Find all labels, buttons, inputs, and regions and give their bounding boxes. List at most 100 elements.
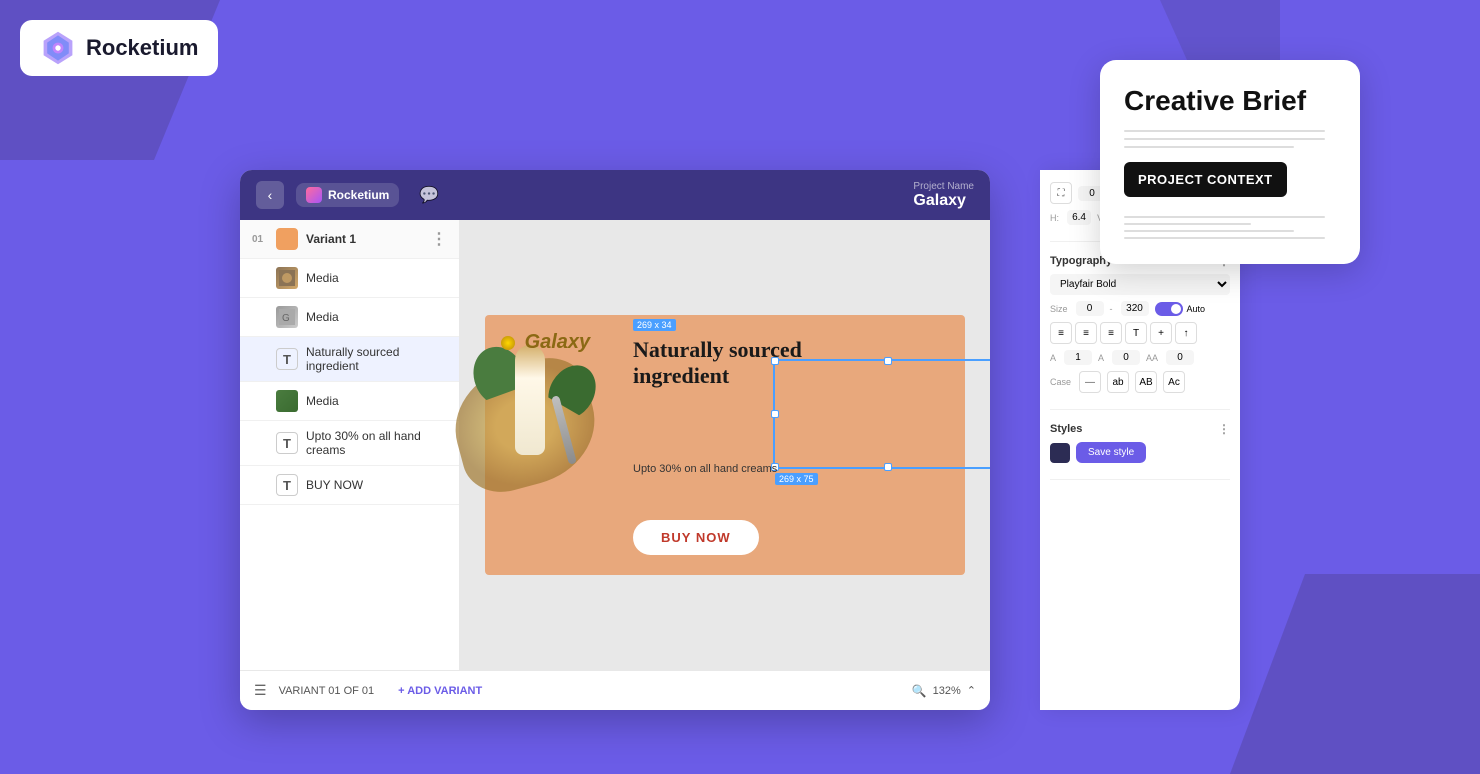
layer-name: Variant 1	[306, 232, 423, 246]
auto-label: Auto	[1187, 304, 1206, 314]
styles-expand-icon[interactable]: ⋮	[1218, 422, 1230, 436]
logo-bar: Rocketium	[20, 20, 218, 76]
style-color-swatch[interactable]	[1050, 443, 1070, 463]
case-label: Case	[1050, 377, 1071, 387]
ad-brand-text: Galaxy	[501, 331, 590, 354]
back-button[interactable]: ‹	[256, 181, 284, 209]
spacing-row: A 1 A 0 AA 0	[1050, 350, 1230, 365]
brief-line	[1124, 216, 1325, 218]
header-logo-dot	[306, 187, 322, 203]
logo-text: Rocketium	[86, 35, 198, 61]
product-tube	[515, 345, 545, 455]
brief-line	[1124, 130, 1325, 132]
layer-options-icon[interactable]: ⋮	[431, 229, 447, 249]
editor-window: ‹ Rocketium 💬 Project Name Galaxy 01 Var…	[240, 170, 990, 710]
layer-thumb-text: T	[276, 348, 298, 370]
case-uppercase-btn[interactable]: AB	[1135, 371, 1157, 393]
margin-label-h: H:	[1050, 213, 1059, 223]
brief-line	[1124, 230, 1294, 232]
ad-product-image	[465, 335, 625, 555]
brief-lines-top	[1124, 130, 1336, 148]
layer-thumb-text2: T	[276, 432, 298, 454]
spacing-a-label: A	[1050, 353, 1056, 363]
bg-decoration-bottom-right	[1230, 574, 1480, 774]
editor-header: ‹ Rocketium 💬 Project Name Galaxy	[240, 170, 990, 220]
ad-heading-text[interactable]: Naturally sourced ingredient	[633, 337, 843, 390]
layer-thumb-variant	[276, 228, 298, 250]
layer-item-variant[interactable]: 01 Variant 1 ⋮	[240, 220, 459, 259]
layers-icon[interactable]: ☰	[254, 682, 267, 699]
brief-lines-bottom	[1124, 216, 1336, 239]
toggle-knob	[1171, 304, 1181, 314]
project-context-badge[interactable]: PROJECT CONTEXT	[1124, 162, 1287, 197]
font-select[interactable]: Playfair Bold	[1050, 274, 1230, 295]
layer-item-text-subtext[interactable]: T Upto 30% on all hand creams	[240, 421, 459, 466]
toggle-switch[interactable]	[1155, 302, 1183, 316]
header-logo-pill: Rocketium	[296, 183, 399, 207]
size-max[interactable]: 320	[1121, 301, 1149, 316]
chat-icon[interactable]: 💬	[419, 185, 439, 205]
layer-name-media1: Media	[306, 271, 447, 285]
project-label: Project Name	[913, 181, 974, 192]
spacing-b-label: A	[1098, 353, 1104, 363]
layer-name-media2: Media	[306, 310, 447, 324]
align-top-btn[interactable]: T	[1125, 322, 1147, 344]
layer-name-media3: Media	[306, 394, 447, 408]
layer-item-text-cta[interactable]: T BUY NOW	[240, 466, 459, 505]
brief-line	[1124, 223, 1251, 225]
layer-item-media1[interactable]: Media	[240, 259, 459, 298]
header-logo-label: Rocketium	[328, 188, 389, 202]
layer-thumb-text3: T	[276, 474, 298, 496]
header-project-info: Project Name Galaxy	[913, 181, 974, 210]
selection-handle-bm[interactable]	[884, 463, 892, 471]
typography-section: Typography ⋮ Playfair Bold Size 0 - 320 …	[1050, 254, 1230, 410]
case-lowercase-btn[interactable]: ab	[1107, 371, 1129, 393]
ad-subtext: Upto 30% on all hand creams	[633, 463, 833, 475]
layer-item-media3[interactable]: Media	[240, 382, 459, 421]
lock-icon[interactable]: ⛶	[1050, 182, 1072, 204]
align-mid-btn[interactable]: +	[1150, 322, 1172, 344]
editor-body: 01 Variant 1 ⋮ Media G Media	[240, 220, 990, 670]
zoom-level: 132%	[933, 685, 961, 697]
zoom-expand-icon[interactable]: ⌃	[967, 684, 976, 697]
layer-item-text-heading[interactable]: T Naturally sourced ingredient	[240, 337, 459, 382]
align-right-btn[interactable]: ≡	[1100, 322, 1122, 344]
rocketium-logo-icon	[40, 30, 76, 66]
align-left-btn[interactable]: ≡	[1050, 322, 1072, 344]
case-capitalize-btn[interactable]: Ac	[1163, 371, 1185, 393]
align-bot-btn[interactable]: ↑	[1175, 322, 1197, 344]
brief-line	[1124, 237, 1325, 239]
selection-size-badge: 269 x 34	[633, 319, 676, 331]
font-size-row: Size 0 - 320 Auto	[1050, 301, 1230, 316]
size-min[interactable]: 0	[1076, 301, 1104, 316]
canvas-area: Galaxy 269 x 34 Naturally sourced ingred…	[460, 220, 990, 670]
align-center-btn[interactable]: ≡	[1075, 322, 1097, 344]
creative-brief-card: Creative Brief PROJECT CONTEXT	[1100, 60, 1360, 264]
layer-name-cta: BUY NOW	[306, 478, 447, 492]
margin-h-val[interactable]: 6.4	[1067, 210, 1091, 225]
editor-footer: ☰ VARIANT 01 OF 01 + ADD VARIANT 🔍 132% …	[240, 670, 990, 710]
styles-section: Styles ⋮ Save style	[1050, 422, 1230, 480]
ad-cta-button[interactable]: BUY NOW	[633, 520, 759, 555]
layer-name-subtext: Upto 30% on all hand creams	[306, 429, 447, 457]
layers-panel: 01 Variant 1 ⋮ Media G Media	[240, 220, 460, 670]
selection-handle-tm[interactable]	[884, 357, 892, 365]
layer-thumb-media3	[276, 390, 298, 412]
add-variant-button[interactable]: + ADD VARIANT	[398, 685, 482, 697]
save-style-button[interactable]: Save style	[1076, 442, 1146, 463]
layer-item-media2[interactable]: G Media	[240, 298, 459, 337]
auto-toggle[interactable]: Auto	[1155, 302, 1206, 316]
zoom-icon: 🔍	[912, 684, 927, 698]
ad-brand-icon	[501, 336, 515, 350]
project-name: Galaxy	[913, 192, 974, 210]
spacing-b-val[interactable]: 0	[1112, 350, 1140, 365]
case-row: Case — ab AB Ac	[1050, 371, 1230, 393]
spacing-a-val[interactable]: 1	[1064, 350, 1092, 365]
case-dash: —	[1079, 371, 1101, 393]
size-label: Size	[1050, 304, 1068, 314]
spacing-c-val[interactable]: 0	[1166, 350, 1194, 365]
brief-line	[1124, 138, 1325, 140]
spacing-c-label: AA	[1146, 353, 1158, 363]
creative-brief-title: Creative Brief	[1124, 84, 1336, 118]
selection-handle-ml[interactable]	[771, 410, 779, 418]
